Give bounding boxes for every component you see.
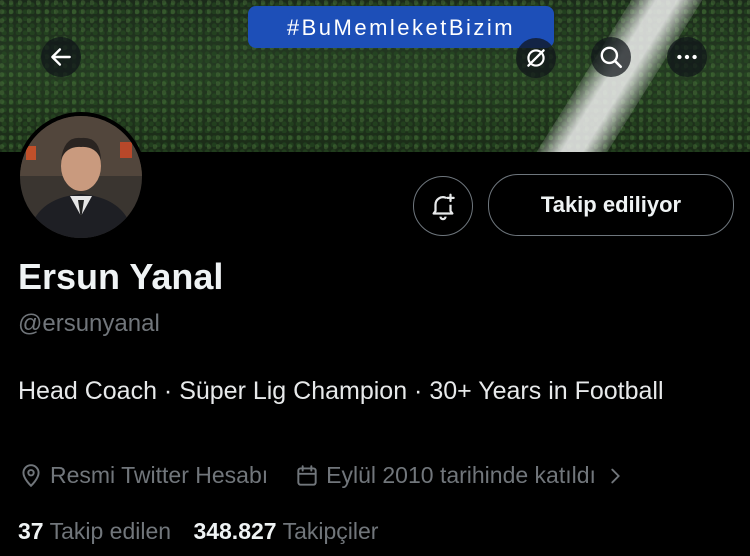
avatar[interactable] [16,112,146,242]
search-icon [600,46,623,69]
avatar-image [20,116,142,238]
location-text: Resmi Twitter Hesabı [50,462,269,488]
profile-stats: 37 Takip edilen 348.827 Takipçiler [18,518,378,545]
location-item: Resmi Twitter Hesabı [18,462,268,489]
following-button[interactable]: Takip ediliyor [488,174,734,236]
following-label: Takip edilen [49,518,172,544]
search-button[interactable] [591,37,631,77]
joined-text: Eylül 2010 tarihinde katıldı [326,462,596,488]
followers-label: Takipçiler [282,518,379,544]
chevron-right-icon [611,468,620,483]
following-count: 37 [18,518,44,544]
grok-icon [527,49,545,67]
profile-bio: Head Coach · Süper Lig Champion · 30+ Ye… [18,377,664,405]
profile-handle: @ersunyanal [18,310,160,337]
back-button[interactable] [41,37,81,77]
more-horizontal-icon [677,54,697,60]
joined-item[interactable]: Eylül 2010 tarihinde katıldı [294,462,632,489]
profile-meta: Resmi Twitter Hesabı Eylül 2010 tarihind… [18,462,632,489]
notifications-button[interactable] [413,176,473,236]
followers-link[interactable]: 348.827 Takipçiler [193,518,378,544]
more-button[interactable] [667,37,707,77]
following-link[interactable]: 37 Takip edilen [18,518,171,544]
followers-count: 348.827 [193,518,277,544]
hashtag-badge: #BuMemleketBizim [248,6,554,48]
bell-plus-icon [432,193,455,221]
grok-button[interactable] [516,38,556,78]
location-pin-icon [22,463,40,487]
arrow-left-icon [51,48,71,66]
calendar-icon [297,464,317,486]
profile-name: Ersun Yanal [18,256,224,297]
